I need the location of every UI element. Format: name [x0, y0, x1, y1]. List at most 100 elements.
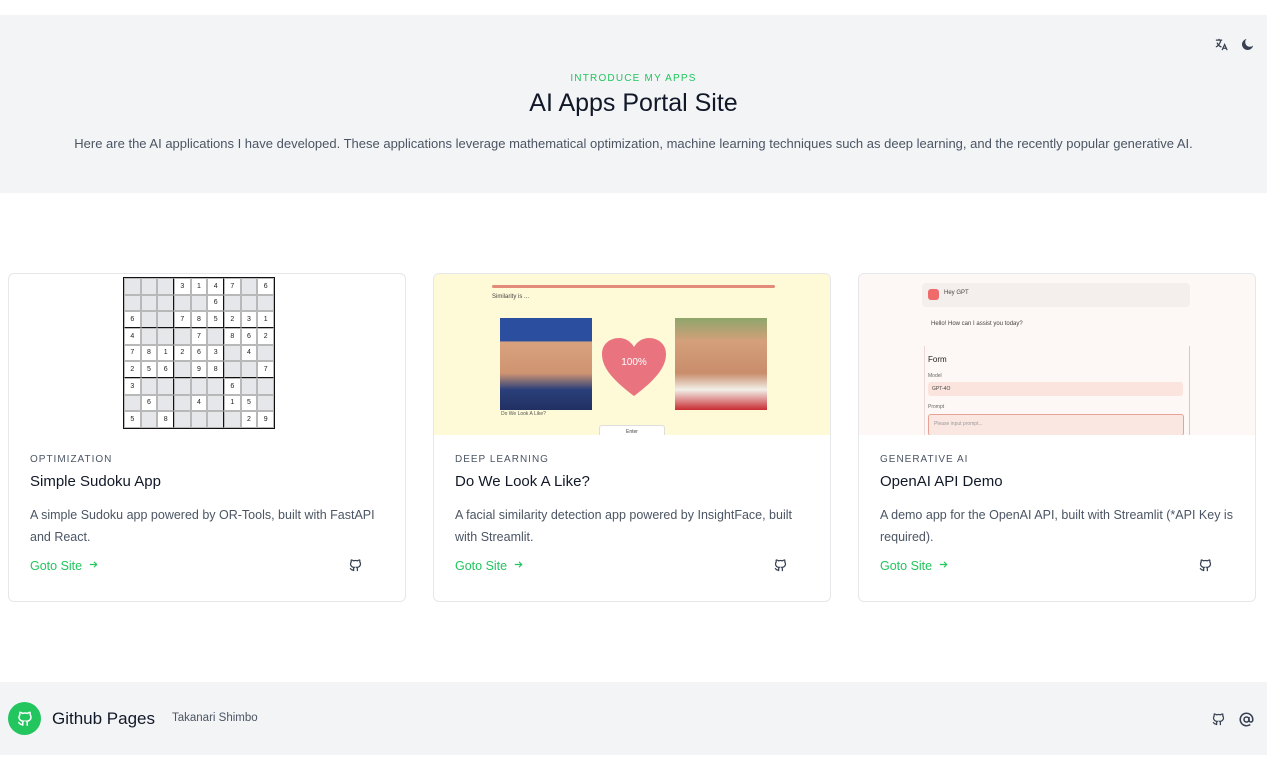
sudoku-thumbnail[interactable]: 3147666785231478627812634256987366415582…: [9, 274, 405, 435]
sudoku-cell: [124, 294, 141, 312]
model-label: Model: [928, 373, 942, 379]
sudoku-cell: 2: [173, 344, 191, 362]
sudoku-cell: [257, 294, 274, 312]
card-category: OPTIMIZATION: [30, 454, 113, 465]
model-select: GPT-4O: [928, 382, 1183, 396]
sudoku-cell: [190, 377, 208, 395]
card-title: OpenAI API Demo: [880, 473, 1003, 490]
github-icon[interactable]: [348, 558, 364, 574]
sudoku-cell: [257, 344, 274, 362]
sudoku-cell: [207, 411, 224, 428]
sudoku-cell: [140, 311, 158, 328]
sudoku-cell: 3: [207, 344, 224, 362]
sudoku-cell: [157, 394, 174, 412]
sudoku-cell: [240, 361, 258, 378]
sudoku-cell: 5: [124, 411, 141, 428]
sudoku-cell: [223, 294, 241, 312]
app-card-openai: Hey GPT Hello! How can I assist you toda…: [858, 273, 1256, 602]
openai-thumbnail[interactable]: Hey GPT Hello! How can I assist you toda…: [859, 274, 1255, 435]
sudoku-cell: 6: [240, 327, 258, 345]
sudoku-cell: 1: [257, 311, 274, 328]
sudoku-cell: [257, 377, 274, 395]
enter-button-preview: Enter: [599, 425, 665, 435]
sudoku-cell: [207, 377, 224, 395]
sudoku-cell: [173, 361, 191, 378]
card-body: DEEP LEARNING Do We Look A Like? A facia…: [455, 454, 809, 574]
prompt-input: Please input prompt...: [928, 414, 1184, 435]
goto-site-link[interactable]: Goto Site: [30, 559, 99, 573]
sudoku-cell: [190, 294, 208, 312]
prompt-label: Prompt: [928, 404, 945, 410]
github-icon[interactable]: [1198, 558, 1214, 574]
similarity-thumbnail[interactable]: Similarity is ... 100% Do We Look A Like…: [434, 274, 830, 435]
sudoku-cell: [240, 294, 258, 312]
footer-brand[interactable]: Github Pages: [52, 709, 155, 729]
github-icon[interactable]: [773, 558, 789, 574]
sudoku-cell: [223, 361, 241, 378]
similarity-score: 100%: [621, 357, 647, 368]
github-icon[interactable]: [1210, 711, 1226, 727]
sudoku-grid: 3147666785231478627812634256987366415582…: [123, 277, 275, 429]
card-category: DEEP LEARNING: [455, 454, 549, 465]
sudoku-cell: 8: [207, 361, 224, 378]
arrow-right-icon: [938, 559, 949, 573]
sudoku-cell: [173, 411, 191, 428]
goto-site-label: Goto Site: [455, 559, 508, 573]
goto-site-link[interactable]: Goto Site: [455, 559, 524, 573]
sudoku-cell: [173, 394, 191, 412]
goto-site-label: Goto Site: [30, 559, 83, 573]
sudoku-cell: [157, 311, 174, 328]
sudoku-cell: 1: [190, 278, 208, 295]
sudoku-cell: 5: [140, 361, 158, 378]
sudoku-cell: 4: [190, 394, 208, 412]
sudoku-cell: 4: [124, 327, 141, 345]
sudoku-cell: 3: [173, 278, 191, 295]
card-description: A facial similarity detection app powere…: [455, 508, 792, 544]
sudoku-cell: [223, 344, 241, 362]
sudoku-cell: [207, 327, 224, 345]
goto-site-link[interactable]: Goto Site: [880, 559, 949, 573]
card-body: GENERATIVE AI OpenAI API Demo A demo app…: [880, 454, 1234, 574]
github-logo-icon[interactable]: [8, 702, 41, 735]
sudoku-cell: 6: [207, 294, 224, 312]
sudoku-cell: [190, 411, 208, 428]
footer-author: Takanari Shimbo: [172, 712, 258, 724]
moon-icon[interactable]: [1239, 36, 1255, 52]
arrow-right-icon: [88, 559, 99, 573]
sudoku-cell: [240, 377, 258, 395]
sudoku-cell: [207, 394, 224, 412]
sudoku-cell: 6: [190, 344, 208, 362]
similarity-label: Similarity is ...: [492, 294, 530, 300]
bot-greeting: Hello! How can I assist you today?: [931, 321, 1023, 327]
sudoku-cell: [240, 278, 258, 295]
card-description: A demo app for the OpenAI API, built wit…: [880, 508, 1233, 544]
sudoku-cell: 1: [223, 394, 241, 412]
sudoku-cell: 3: [124, 377, 141, 395]
card-footer: Goto Site: [30, 558, 384, 574]
card-title: Simple Sudoku App: [30, 473, 161, 490]
translate-icon[interactable]: [1213, 36, 1229, 52]
face-photo-right: [675, 318, 767, 410]
sudoku-cell: 8: [157, 411, 174, 428]
sudoku-cell: [124, 278, 141, 295]
card-description: A simple Sudoku app powered by OR-Tools,…: [30, 508, 375, 544]
sudoku-cell: [140, 278, 158, 295]
arrow-right-icon: [513, 559, 524, 573]
card-footer: Goto Site: [455, 558, 809, 574]
footer-icons: [1210, 711, 1254, 727]
sudoku-cell: 8: [223, 327, 241, 345]
sudoku-cell: 3: [240, 311, 258, 328]
app-card-sudoku: 3147666785231478627812634256987366415582…: [8, 273, 406, 602]
card-footer: Goto Site: [880, 558, 1234, 574]
sudoku-cell: [157, 278, 174, 295]
sudoku-cell: 8: [190, 311, 208, 328]
sudoku-cell: [140, 294, 158, 312]
sudoku-cell: 7: [173, 311, 191, 328]
sudoku-cell: 6: [223, 377, 241, 395]
card-title: Do We Look A Like?: [455, 473, 590, 490]
sudoku-cell: 2: [257, 327, 274, 345]
at-sign-icon[interactable]: [1238, 711, 1254, 727]
sudoku-cell: 9: [257, 411, 274, 428]
bot-name: Hey GPT: [944, 290, 969, 296]
app-card-similarity: Similarity is ... 100% Do We Look A Like…: [433, 273, 831, 602]
